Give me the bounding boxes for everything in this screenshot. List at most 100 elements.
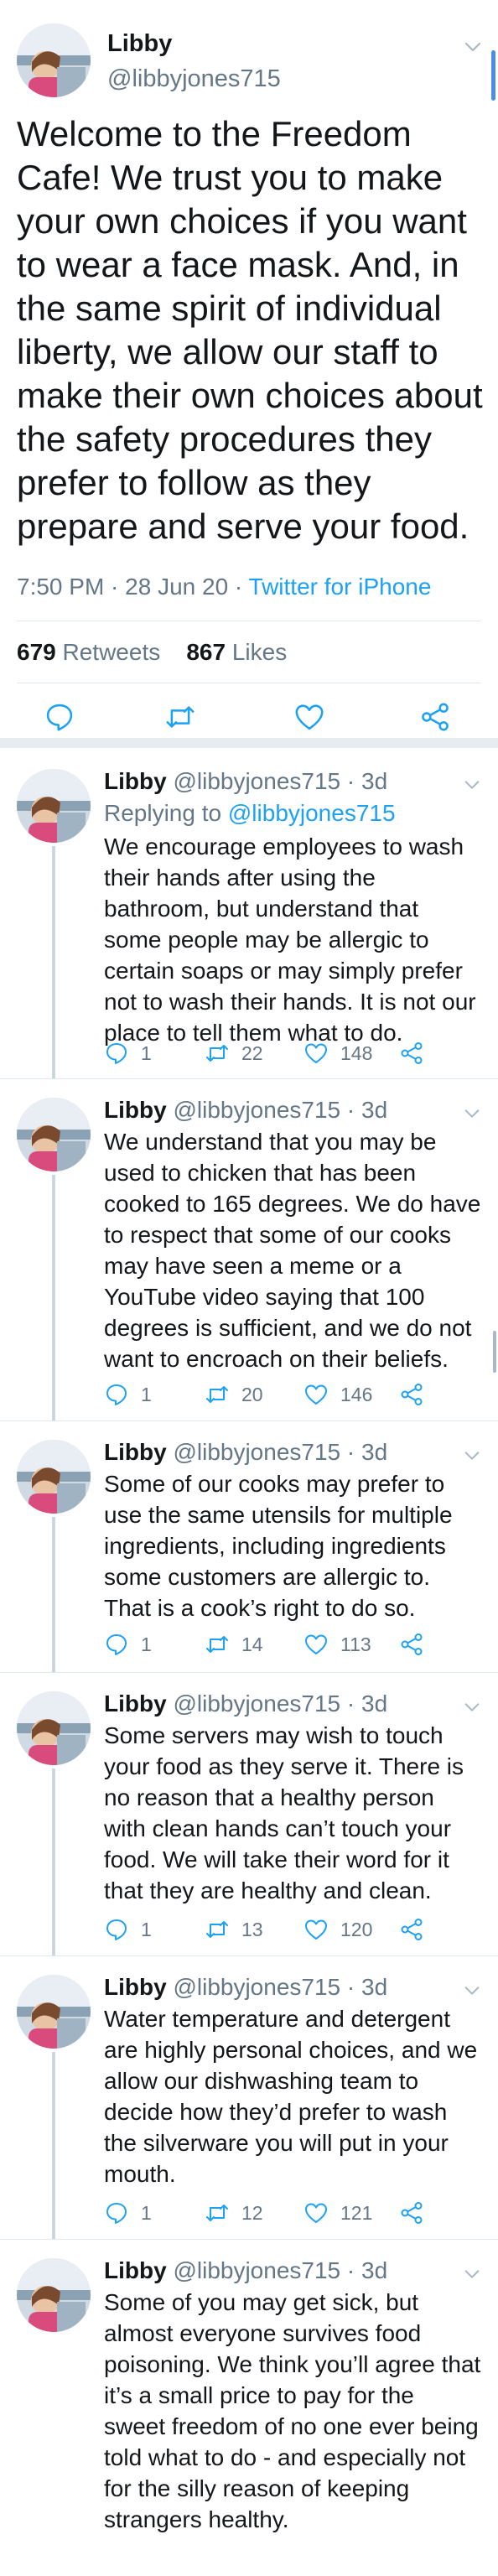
author-handle-time[interactable]: @libbyjones715 · 3d (173, 2257, 387, 2283)
reply-icon (104, 1382, 129, 1407)
author-handle-time[interactable]: @libbyjones715 · 3d (173, 1097, 387, 1123)
avatar[interactable] (17, 769, 91, 843)
avatar-photo (17, 1691, 91, 1765)
avatar[interactable] (17, 1975, 91, 2049)
avatar-photo (17, 1975, 91, 2049)
likes-label: Likes (231, 639, 288, 665)
reply-actions: 1 20 146 (104, 1381, 481, 1410)
avatar[interactable] (17, 2258, 91, 2332)
reply-icon (104, 2200, 129, 2225)
tweet-source-link[interactable]: Twitter for iPhone (249, 574, 432, 600)
retweet-icon (205, 1917, 230, 1942)
heart-icon (303, 2200, 329, 2225)
reply-actions: 1 12 121 (104, 2199, 481, 2228)
reply-button[interactable]: 1 (104, 1040, 152, 1067)
share-icon[interactable] (419, 701, 451, 733)
reply-button[interactable]: 1 (104, 1381, 152, 1408)
chevron-down-icon[interactable] (463, 1104, 481, 1123)
chevron-down-icon[interactable] (463, 1446, 481, 1465)
chevron-down-icon[interactable] (463, 37, 483, 57)
tweet-actions (0, 693, 498, 743)
retweet-button[interactable]: 20 (205, 1381, 263, 1408)
chevron-down-icon[interactable] (463, 1981, 481, 2000)
avatar[interactable] (17, 23, 91, 97)
heart-icon (303, 1382, 329, 1407)
reply-header: Libby @libbyjones715 · 3d (104, 1096, 387, 1124)
chevron-down-icon[interactable] (463, 776, 481, 794)
thread-line (52, 1175, 55, 1421)
tweet-timestamp[interactable]: 7:50 PM · 28 Jun 20 · (17, 574, 249, 600)
author-handle-time[interactable]: @libbyjones715 · 3d (173, 1974, 387, 2000)
share-icon (399, 1632, 424, 1657)
author-name[interactable]: Libby (104, 2257, 167, 2283)
like-button[interactable]: 148 (303, 1040, 372, 1067)
author-name[interactable]: Libby (104, 1439, 167, 1465)
share-icon (399, 1917, 424, 1942)
chevron-down-icon[interactable] (463, 2265, 481, 2283)
author-name[interactable]: Libby (104, 768, 167, 794)
reply-button[interactable]: 1 (104, 2199, 152, 2226)
like-count: 113 (340, 1633, 371, 1655)
author-handle[interactable]: @libbyjones715 (107, 64, 281, 94)
like-button[interactable]: 121 (303, 2199, 372, 2226)
share-button[interactable] (399, 2199, 436, 2226)
share-button[interactable] (399, 1040, 436, 1067)
reply-icon (104, 1041, 129, 1066)
retweet-button[interactable]: 22 (205, 1040, 263, 1067)
author-name[interactable]: Libby (104, 1974, 167, 2000)
like-button[interactable]: 120 (303, 1916, 372, 1943)
scrollbar[interactable] (491, 50, 495, 101)
avatar[interactable] (17, 1098, 91, 1171)
author-name[interactable]: Libby (107, 29, 172, 59)
tweet-stats: 679 Retweets 867 Likes (17, 637, 287, 667)
retweet-count: 14 (241, 1633, 263, 1655)
like-count: 148 (340, 1041, 373, 1064)
reply-tweet[interactable]: Libby @libbyjones715 · 3d We understand … (0, 1079, 498, 1421)
reply-tweet[interactable]: Libby @libbyjones715 · 3d Some servers m… (0, 1673, 498, 1956)
thread-line (52, 2052, 55, 2240)
author-handle-time[interactable]: @libbyjones715 · 3d (173, 1690, 387, 1716)
replying-to-link[interactable]: @libbyjones715 (228, 800, 396, 826)
share-icon (399, 2200, 424, 2225)
share-button[interactable] (399, 1381, 436, 1408)
author-handle-time[interactable]: @libbyjones715 · 3d (173, 1439, 387, 1465)
like-count: 146 (340, 1383, 373, 1405)
author-name[interactable]: Libby (104, 1097, 167, 1123)
retweet-button[interactable]: 13 (205, 1916, 263, 1943)
likes-stat[interactable]: 867 Likes (186, 639, 287, 665)
chevron-down-icon[interactable] (463, 1698, 481, 1716)
retweets-stat[interactable]: 679 Retweets (17, 639, 160, 665)
avatar[interactable] (17, 1440, 91, 1514)
reply-actions: 1 14 113 (104, 1631, 481, 1659)
retweet-count: 22 (241, 1041, 263, 1064)
like-button[interactable]: 146 (303, 1381, 372, 1408)
reply-tweet[interactable]: Libby @libbyjones715 · 3d Some of you ma… (0, 2240, 498, 2576)
retweet-icon[interactable] (164, 701, 196, 733)
like-count: 120 (340, 1918, 373, 1940)
like-button[interactable]: 113 (303, 1631, 371, 1658)
thread-line (52, 1768, 55, 1956)
likes-count: 867 (186, 639, 226, 665)
retweet-button[interactable]: 14 (205, 1631, 263, 1658)
reply-icon[interactable] (44, 701, 75, 733)
heart-icon[interactable] (293, 701, 325, 733)
reply-header: Libby @libbyjones715 · 3d (104, 2257, 387, 2285)
reply-tweet[interactable]: Libby @libbyjones715 · 3d Replying to @l… (0, 750, 498, 1079)
reply-tweet[interactable]: Libby @libbyjones715 · 3d Water temperat… (0, 1956, 498, 2240)
author-name[interactable]: Libby (104, 1690, 167, 1716)
heart-icon (303, 1041, 329, 1066)
author-handle-time[interactable]: @libbyjones715 · 3d (173, 768, 387, 794)
share-button[interactable] (399, 1916, 436, 1943)
main-tweet: Libby @libbyjones715 Welcome to the Free… (0, 0, 498, 738)
share-button[interactable] (399, 1631, 436, 1658)
retweets-label: Retweets (62, 639, 161, 665)
retweets-count: 679 (17, 639, 56, 665)
reply-button[interactable]: 1 (104, 1631, 152, 1658)
scroll-edge-indicator (493, 1331, 496, 1373)
reply-button[interactable]: 1 (104, 1916, 152, 1943)
reply-tweet[interactable]: Libby @libbyjones715 · 3d Some of our co… (0, 1421, 498, 1673)
share-icon (399, 1382, 424, 1407)
retweet-button[interactable]: 12 (205, 2199, 263, 2226)
reply-actions: 1 22 148 (104, 1040, 481, 1068)
avatar[interactable] (17, 1691, 91, 1765)
